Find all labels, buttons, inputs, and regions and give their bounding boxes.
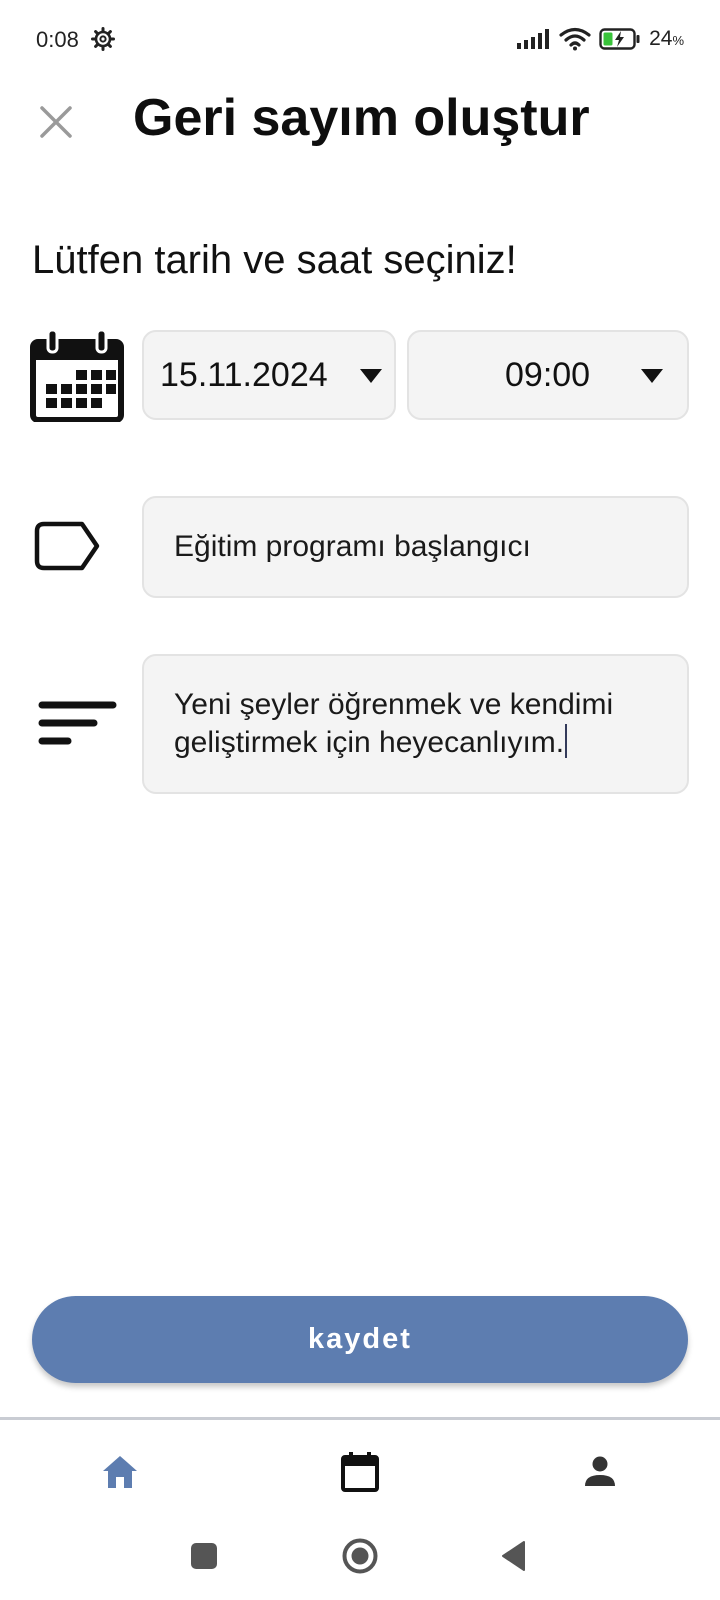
title-input[interactable]: Eğitim programı başlangıcı — [142, 496, 689, 598]
battery-charging-icon — [599, 28, 640, 50]
settings-gear-icon — [91, 27, 115, 51]
nav-divider — [0, 1417, 720, 1420]
battery-percent-unit: % — [672, 33, 684, 48]
date-select[interactable]: 15.11.2024 — [142, 330, 396, 420]
date-time-prompt: Lütfen tarih ve saat seçiniz! — [32, 238, 517, 282]
description-line-2-row: geliştirmek için heyecanlıyım. — [174, 724, 667, 762]
battery-percent-value: 24 — [649, 27, 673, 50]
description-lines-icon — [38, 701, 117, 745]
profile-icon — [585, 1456, 615, 1486]
description-line-1: Yeni şeyler öğrenmek ve kendimi — [174, 688, 614, 721]
recent-apps-icon — [191, 1543, 217, 1569]
wifi-icon — [559, 27, 591, 51]
save-button[interactable]: kaydet — [32, 1296, 688, 1383]
back-triangle-icon — [502, 1541, 525, 1571]
nav-calendar[interactable] — [330, 1442, 390, 1502]
system-back-button[interactable] — [484, 1528, 544, 1584]
status-time: 0:08 — [36, 27, 79, 52]
time-select[interactable]: 09:00 — [407, 330, 689, 420]
home-circle-icon — [342, 1538, 378, 1574]
calendar-icon — [341, 1452, 379, 1492]
close-icon — [40, 106, 72, 138]
close-button[interactable] — [30, 96, 82, 148]
status-icons: 24% — [517, 26, 684, 52]
description-textarea[interactable]: Yeni şeyler öğrenmek ve kendimi geliştir… — [142, 654, 689, 794]
nav-home[interactable] — [90, 1442, 150, 1502]
home-icon — [103, 1456, 137, 1488]
date-value: 15.11.2024 — [160, 355, 328, 394]
page-title: Geri sayım oluştur — [133, 89, 590, 147]
system-recent-button[interactable] — [174, 1528, 234, 1584]
battery-percent: 24% — [649, 27, 684, 51]
title-input-value: Eğitim programı başlangıcı — [174, 530, 531, 563]
tag-icon — [34, 521, 100, 571]
time-value: 09:00 — [505, 355, 591, 394]
signal-icon — [517, 29, 550, 49]
system-home-button[interactable] — [330, 1528, 390, 1584]
chevron-down-icon — [360, 369, 382, 383]
nav-profile[interactable] — [570, 1442, 630, 1502]
calendar-icon[interactable] — [30, 330, 124, 422]
chevron-down-icon — [641, 369, 663, 383]
description-line-2: geliştirmek için heyecanlıyım. — [174, 726, 565, 759]
text-cursor — [565, 724, 568, 758]
